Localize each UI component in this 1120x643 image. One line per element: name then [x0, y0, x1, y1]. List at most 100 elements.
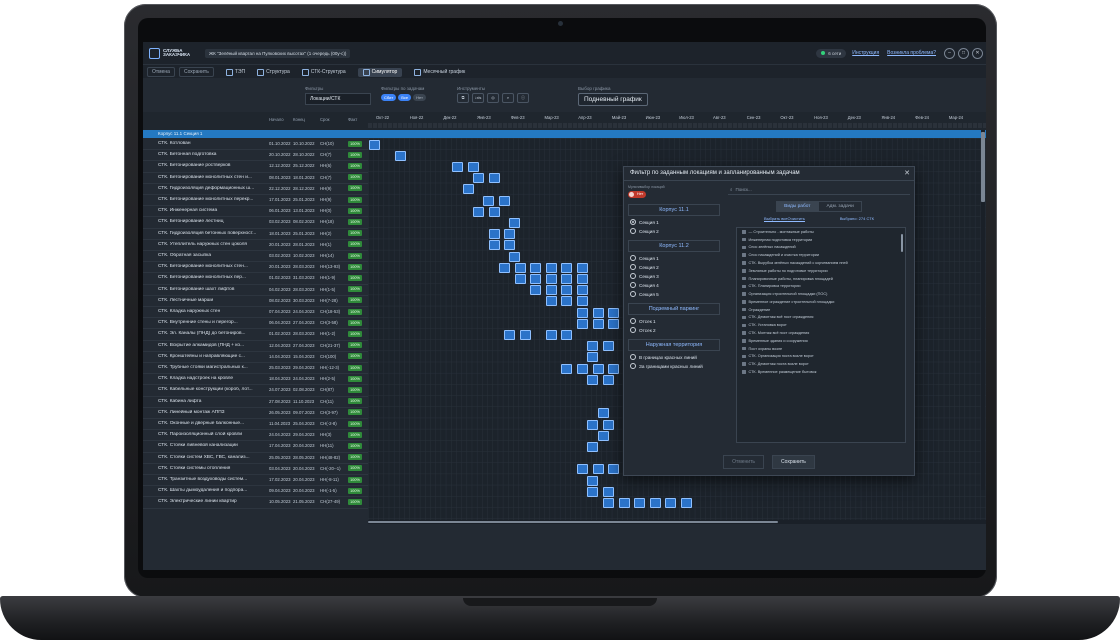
- schedule-cell[interactable]: [603, 374, 614, 385]
- schedule-cell[interactable]: [545, 285, 557, 296]
- horizontal-scrollbar[interactable]: [368, 520, 986, 524]
- schedule-cell[interactable]: [514, 262, 526, 273]
- schedule-cell[interactable]: [608, 363, 620, 374]
- schedule-select[interactable]: Подневный график: [578, 93, 648, 106]
- schedule-cell[interactable]: [649, 498, 661, 508]
- info-icon[interactable]: ⓘ: [517, 93, 529, 103]
- filters-select[interactable]: Локации/СТК: [305, 93, 371, 105]
- dialog-cancel-button[interactable]: Отменить: [723, 455, 764, 469]
- schedule-cell[interactable]: [634, 498, 646, 508]
- seg-admin-tasks[interactable]: Адм. задачи: [818, 201, 862, 212]
- location-option[interactable]: Отсек 1: [630, 318, 720, 324]
- work-type-item[interactable]: — Строительно - монтажные работы: [737, 228, 905, 236]
- layers-icon[interactable]: ◎: [487, 93, 499, 103]
- save-button[interactable]: Сохранить: [178, 67, 214, 77]
- schedule-cell[interactable]: [369, 139, 380, 150]
- work-type-item[interactable]: СТК. Вырубка зелёных насаждений с корчев…: [737, 259, 905, 267]
- schedule-cell[interactable]: [504, 229, 516, 240]
- schedule-cell[interactable]: [452, 162, 464, 172]
- schedule-cell[interactable]: [587, 374, 599, 385]
- schedule-cell[interactable]: [603, 341, 614, 352]
- schedule-cell[interactable]: [597, 430, 609, 441]
- vertical-scrollbar[interactable]: [981, 130, 985, 490]
- schedule-cell[interactable]: [577, 318, 588, 329]
- schedule-cell[interactable]: [561, 285, 573, 296]
- location-option[interactable]: Секция 5: [630, 291, 720, 297]
- minimize-button[interactable]: –: [944, 47, 955, 59]
- schedule-cell[interactable]: [577, 363, 588, 374]
- work-type-item[interactable]: Планировочные работы, планировка площаде…: [737, 275, 905, 283]
- schedule-cell[interactable]: [561, 274, 573, 284]
- project-selector[interactable]: ЖК "Зелёный квартал на Пулковских высота…: [205, 48, 351, 58]
- network-status[interactable]: 6 сети: [816, 48, 847, 58]
- schedule-cell[interactable]: [577, 464, 588, 475]
- search-icon[interactable]: ⌕: [502, 93, 514, 103]
- clear-link[interactable]: Очистить: [788, 216, 805, 221]
- location-option[interactable]: За границами красных линий: [630, 363, 720, 369]
- work-type-item[interactable]: Организация строительной площадки (ПОС): [737, 290, 905, 298]
- schedule-cell[interactable]: [488, 173, 500, 184]
- schedule-cell[interactable]: [561, 330, 573, 340]
- schedule-cell[interactable]: [608, 464, 620, 475]
- schedule-cell[interactable]: [530, 262, 542, 273]
- location-option[interactable]: Секция 2: [630, 228, 720, 234]
- export-xls-icon[interactable]: ↓xls: [472, 93, 484, 103]
- schedule-cell[interactable]: [395, 150, 406, 161]
- schedule-cell[interactable]: [592, 464, 604, 475]
- schedule-cell[interactable]: [587, 442, 599, 452]
- schedule-cell[interactable]: [577, 307, 588, 318]
- schedule-cell[interactable]: [587, 486, 599, 497]
- tab-structure[interactable]: Структура: [257, 68, 290, 76]
- location-option[interactable]: Отсек 2: [630, 327, 720, 333]
- schedule-cell[interactable]: [473, 173, 484, 184]
- schedule-cell[interactable]: [519, 330, 531, 340]
- schedule-cell[interactable]: [483, 195, 495, 206]
- location-option[interactable]: Секция 1: [630, 255, 720, 261]
- schedule-cell[interactable]: [597, 408, 609, 419]
- schedule-cell[interactable]: [618, 498, 630, 508]
- list-scroll-thumb[interactable]: [901, 234, 903, 252]
- schedule-cell[interactable]: [608, 307, 620, 318]
- location-option[interactable]: Секция 3: [630, 273, 720, 279]
- work-type-item[interactable]: Пост охраны возле: [737, 345, 905, 353]
- dialog-save-button[interactable]: Сохранить: [772, 455, 815, 469]
- schedule-cell[interactable]: [545, 296, 557, 307]
- chip-none[interactable]: Нет: [413, 94, 426, 101]
- schedule-cell[interactable]: [587, 341, 599, 352]
- schedule-cell[interactable]: [499, 195, 510, 206]
- work-type-item[interactable]: СТК. Монтаж всё пост ограждения: [737, 329, 905, 337]
- cancel-button[interactable]: Отмена: [147, 67, 175, 77]
- location-option[interactable]: Секция 4: [630, 282, 720, 288]
- schedule-cell[interactable]: [488, 240, 500, 251]
- tab-stk-structure[interactable]: СТК-Структура: [301, 68, 346, 76]
- schedule-cell[interactable]: [608, 318, 620, 329]
- tab-tep[interactable]: ТЭП: [225, 68, 245, 76]
- multi-select-toggle[interactable]: Нет: [628, 191, 646, 198]
- work-type-item[interactable]: СТК. Организация поста возле ворот: [737, 353, 905, 361]
- schedule-cell[interactable]: [545, 262, 557, 273]
- work-type-item[interactable]: Снос насаждений и очистка территории: [737, 251, 905, 259]
- schedule-cell[interactable]: [592, 363, 604, 374]
- work-type-item[interactable]: Временные здания и сооружения: [737, 337, 905, 345]
- schedule-cell[interactable]: [509, 218, 521, 228]
- schedule-cell[interactable]: [577, 296, 588, 307]
- schedule-cell[interactable]: [577, 274, 588, 284]
- section-header[interactable]: Корпус 11.1 Секция 1: [143, 130, 986, 138]
- chip-all[interactable]: Все: [398, 94, 412, 101]
- tab-simulator[interactable]: Симулятор: [357, 67, 403, 77]
- schedule-cell[interactable]: [504, 330, 516, 340]
- work-type-item[interactable]: СТК. Установка ворот: [737, 321, 905, 329]
- work-type-item[interactable]: СТК. Демонтаж всё пост ограждения: [737, 314, 905, 322]
- schedule-cell[interactable]: [561, 296, 573, 307]
- schedule-cell[interactable]: [603, 486, 614, 497]
- horizontal-scroll-thumb[interactable]: [368, 521, 778, 523]
- location-option[interactable]: Секция 2: [630, 264, 720, 270]
- schedule-cell[interactable]: [587, 419, 599, 430]
- work-type-item[interactable]: Земляные работы по подготовке территории: [737, 267, 905, 275]
- schedule-cell[interactable]: [530, 274, 542, 284]
- schedule-cell[interactable]: [577, 262, 588, 273]
- schedule-cell[interactable]: [587, 352, 599, 363]
- schedule-cell[interactable]: [587, 475, 599, 486]
- schedule-cell[interactable]: [577, 285, 588, 296]
- location-option[interactable]: В границах красных линий: [630, 354, 720, 360]
